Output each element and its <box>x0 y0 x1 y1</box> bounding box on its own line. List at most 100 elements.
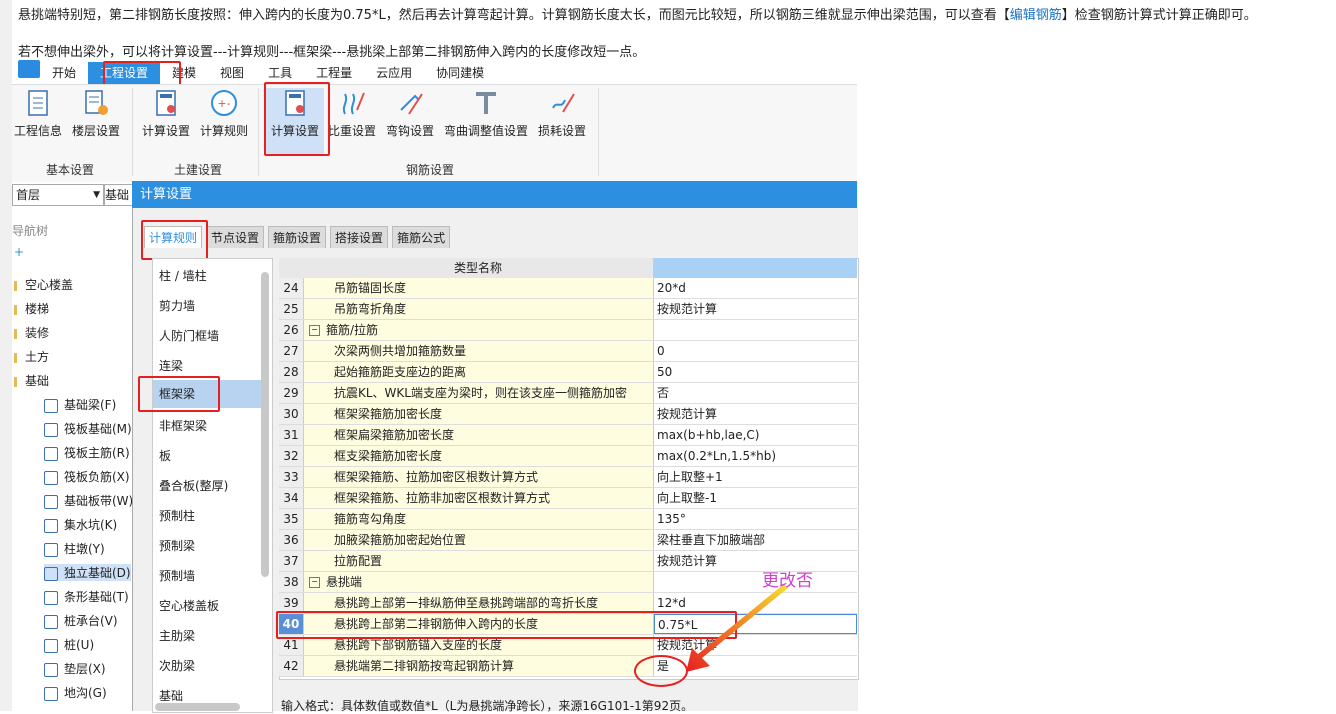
category-item[interactable]: 次肋梁 <box>159 657 195 674</box>
row-value[interactable] <box>654 320 857 340</box>
row-value[interactable]: 0 <box>654 341 857 361</box>
row-value[interactable]: 按规范计算 <box>654 299 857 319</box>
table-row[interactable]: 34 框架梁箍筋、拉筋非加密区根数计算方式 向上取整-1 <box>279 488 857 509</box>
app-logo-icon[interactable] <box>18 60 40 78</box>
project-info-button[interactable]: 工程信息 <box>14 88 62 139</box>
row-value[interactable]: 按规范计算 <box>654 551 857 571</box>
table-group-row[interactable]: 26− 箍筋/拉筋 <box>279 320 857 341</box>
table-row[interactable]: 28 起始箍筋距支座边的距离 50 <box>279 362 857 383</box>
tree-item[interactable]: 楼梯 <box>14 300 49 317</box>
collapse-icon[interactable]: − <box>309 577 320 588</box>
menu-tools[interactable]: 工具 <box>256 62 304 84</box>
floor-settings-button[interactable]: 楼层设置 <box>72 88 120 139</box>
tree-sub-item[interactable]: 基础板带(W) <box>44 492 133 509</box>
civil-calc-rules-button[interactable]: +- 计算规则 <box>200 88 248 139</box>
menu-cloud[interactable]: 云应用 <box>364 62 424 84</box>
tree-item-label: 土方 <box>25 350 50 364</box>
rebar-calc-settings-button[interactable]: 计算设置 <box>266 88 324 154</box>
tree-sub-item[interactable]: 柱墩(Y) <box>44 540 105 557</box>
row-value[interactable]: 20*d <box>654 278 857 298</box>
tree-item[interactable]: 土方 <box>14 348 49 365</box>
category-item[interactable]: 连梁 <box>159 357 183 374</box>
table-row[interactable]: 35 箍筋弯勾角度 135° <box>279 509 857 530</box>
row-value[interactable]: 50 <box>654 362 857 382</box>
table-row[interactable]: 27 次梁两侧共增加箍筋数量 0 <box>279 341 857 362</box>
tree-item[interactable]: 基础 <box>14 372 49 389</box>
row-value[interactable]: max(b+hb,lae,C) <box>654 425 857 445</box>
expand-icon[interactable]: + <box>14 245 24 259</box>
collapse-icon[interactable]: − <box>309 325 320 336</box>
group-label-basic: 基本设置 <box>46 163 95 177</box>
tab-lap-settings[interactable]: 搭接设置 <box>330 226 389 248</box>
row-number: 27 <box>279 341 304 361</box>
row-value[interactable]: 梁柱垂直下加腋端部 <box>654 530 857 550</box>
tree-sub-item[interactable]: 集水坑(K) <box>44 516 117 533</box>
bend-adjust-settings-button[interactable]: 弯曲调整值设置 <box>444 88 528 139</box>
row-value[interactable]: 按规范计算 <box>654 404 857 424</box>
table-row[interactable]: 32 框支梁箍筋加密长度 max(0.2*Ln,1.5*hb) <box>279 446 857 467</box>
table-row[interactable]: 31 框架扁梁箍筋加密长度 max(b+hb,lae,C) <box>279 425 857 446</box>
row-value[interactable]: 否 <box>654 383 857 403</box>
row-value[interactable]: max(0.2*Ln,1.5*hb) <box>654 446 857 466</box>
nav-tree-title: 导航树 <box>12 224 49 238</box>
row-value[interactable]: 向上取整+1 <box>654 467 857 487</box>
menu-quantity[interactable]: 工程量 <box>304 62 364 84</box>
row-name-text: 悬挑跨下部钢筋锚入支座的长度 <box>334 638 503 652</box>
table-row[interactable]: 36 加腋梁箍筋加密起始位置 梁柱垂直下加腋端部 <box>279 530 857 551</box>
tree-sub-item[interactable]: 筏板基础(M) <box>44 420 132 437</box>
civil-calc-settings-button[interactable]: 计算设置 <box>142 88 190 139</box>
category-item[interactable]: 预制柱 <box>159 507 195 524</box>
tab-node-settings[interactable]: 节点设置 <box>206 226 265 248</box>
menu-view[interactable]: 视图 <box>208 62 256 84</box>
tree-sub-item[interactable]: 基础梁(F) <box>44 396 116 413</box>
row-name: 吊筋弯折角度 <box>304 299 654 319</box>
tree-sub-item[interactable]: 地沟(G) <box>44 684 107 701</box>
menu-project-settings[interactable]: 工程设置 <box>88 62 161 84</box>
tree-item[interactable]: 空心楼盖 <box>14 276 73 293</box>
tab-stirrup-settings[interactable]: 箍筋设置 <box>268 226 327 248</box>
horizontal-scrollbar[interactable] <box>155 703 240 711</box>
tab-calc-rules[interactable]: 计算规则 <box>144 226 203 248</box>
category-item[interactable]: 人防门框墙 <box>159 327 219 344</box>
tree-sub-item[interactable]: 筏板负筋(X) <box>44 468 130 485</box>
category-item[interactable]: 柱 / 墙柱 <box>159 267 207 284</box>
menu-collab[interactable]: 协同建模 <box>424 62 496 84</box>
category-scrollbar[interactable] <box>261 272 269 577</box>
edit-rebar-link[interactable]: 编辑钢筋 <box>1010 8 1062 23</box>
row-number: 40 <box>279 614 304 634</box>
tree-sub-item[interactable]: 条形基础(T) <box>44 588 129 605</box>
tree-sub-item[interactable]: 垫层(X) <box>44 660 106 677</box>
table-row[interactable]: 25 吊筋弯折角度 按规范计算 <box>279 299 857 320</box>
tree-sub-item[interactable]: 筏板主筋(R) <box>44 444 130 461</box>
row-value[interactable]: 向上取整-1 <box>654 488 857 508</box>
tree-sub-label: 垫层(X) <box>64 662 106 676</box>
category-item[interactable]: 剪力墙 <box>159 297 195 314</box>
hook-settings-button[interactable]: 弯钩设置 <box>386 88 434 139</box>
trench-icon <box>44 686 58 701</box>
tab-stirrup-formula[interactable]: 箍筋公式 <box>392 226 451 248</box>
base-selector[interactable]: 基础 <box>104 184 134 206</box>
table-row[interactable]: 24 吊筋锚固长度 20*d <box>279 278 857 299</box>
table-row[interactable]: 33 框架梁箍筋、拉筋加密区根数计算方式 向上取整+1 <box>279 467 857 488</box>
table-row[interactable]: 30 框架梁箍筋加密长度 按规范计算 <box>279 404 857 425</box>
category-item[interactable]: 预制梁 <box>159 537 195 554</box>
category-item[interactable]: 叠合板(整厚) <box>159 477 228 494</box>
category-item[interactable]: 非框架梁 <box>159 417 207 434</box>
loss-settings-button[interactable]: 损耗设置 <box>538 88 586 139</box>
category-item-selected[interactable]: 框架梁 <box>153 380 265 408</box>
tree-sub-item[interactable]: 桩(U) <box>44 636 94 653</box>
category-item[interactable]: 空心楼盖板 <box>159 597 219 614</box>
menu-modeling[interactable]: 建模 <box>160 62 208 84</box>
tree-item[interactable]: 装修 <box>14 324 49 341</box>
floor-select[interactable]: 首层 ▼ <box>12 184 104 206</box>
category-item[interactable]: 板 <box>159 447 171 464</box>
table-row[interactable]: 29 抗震KL、WKL端支座为梁时，则在该支座一侧箍筋加密 否 <box>279 383 857 404</box>
tree-sub-item[interactable]: 桩承台(V) <box>44 612 118 629</box>
density-settings-button[interactable]: 比重设置 <box>328 88 376 139</box>
category-item[interactable]: 预制墙 <box>159 567 195 584</box>
row-value[interactable]: 135° <box>654 509 857 529</box>
category-item[interactable]: 主肋梁 <box>159 627 195 644</box>
category-item[interactable]: 基础 <box>159 687 183 704</box>
tree-sub-item-selected[interactable]: 独立基础(D) <box>44 564 131 581</box>
menu-start[interactable]: 开始 <box>40 62 88 84</box>
